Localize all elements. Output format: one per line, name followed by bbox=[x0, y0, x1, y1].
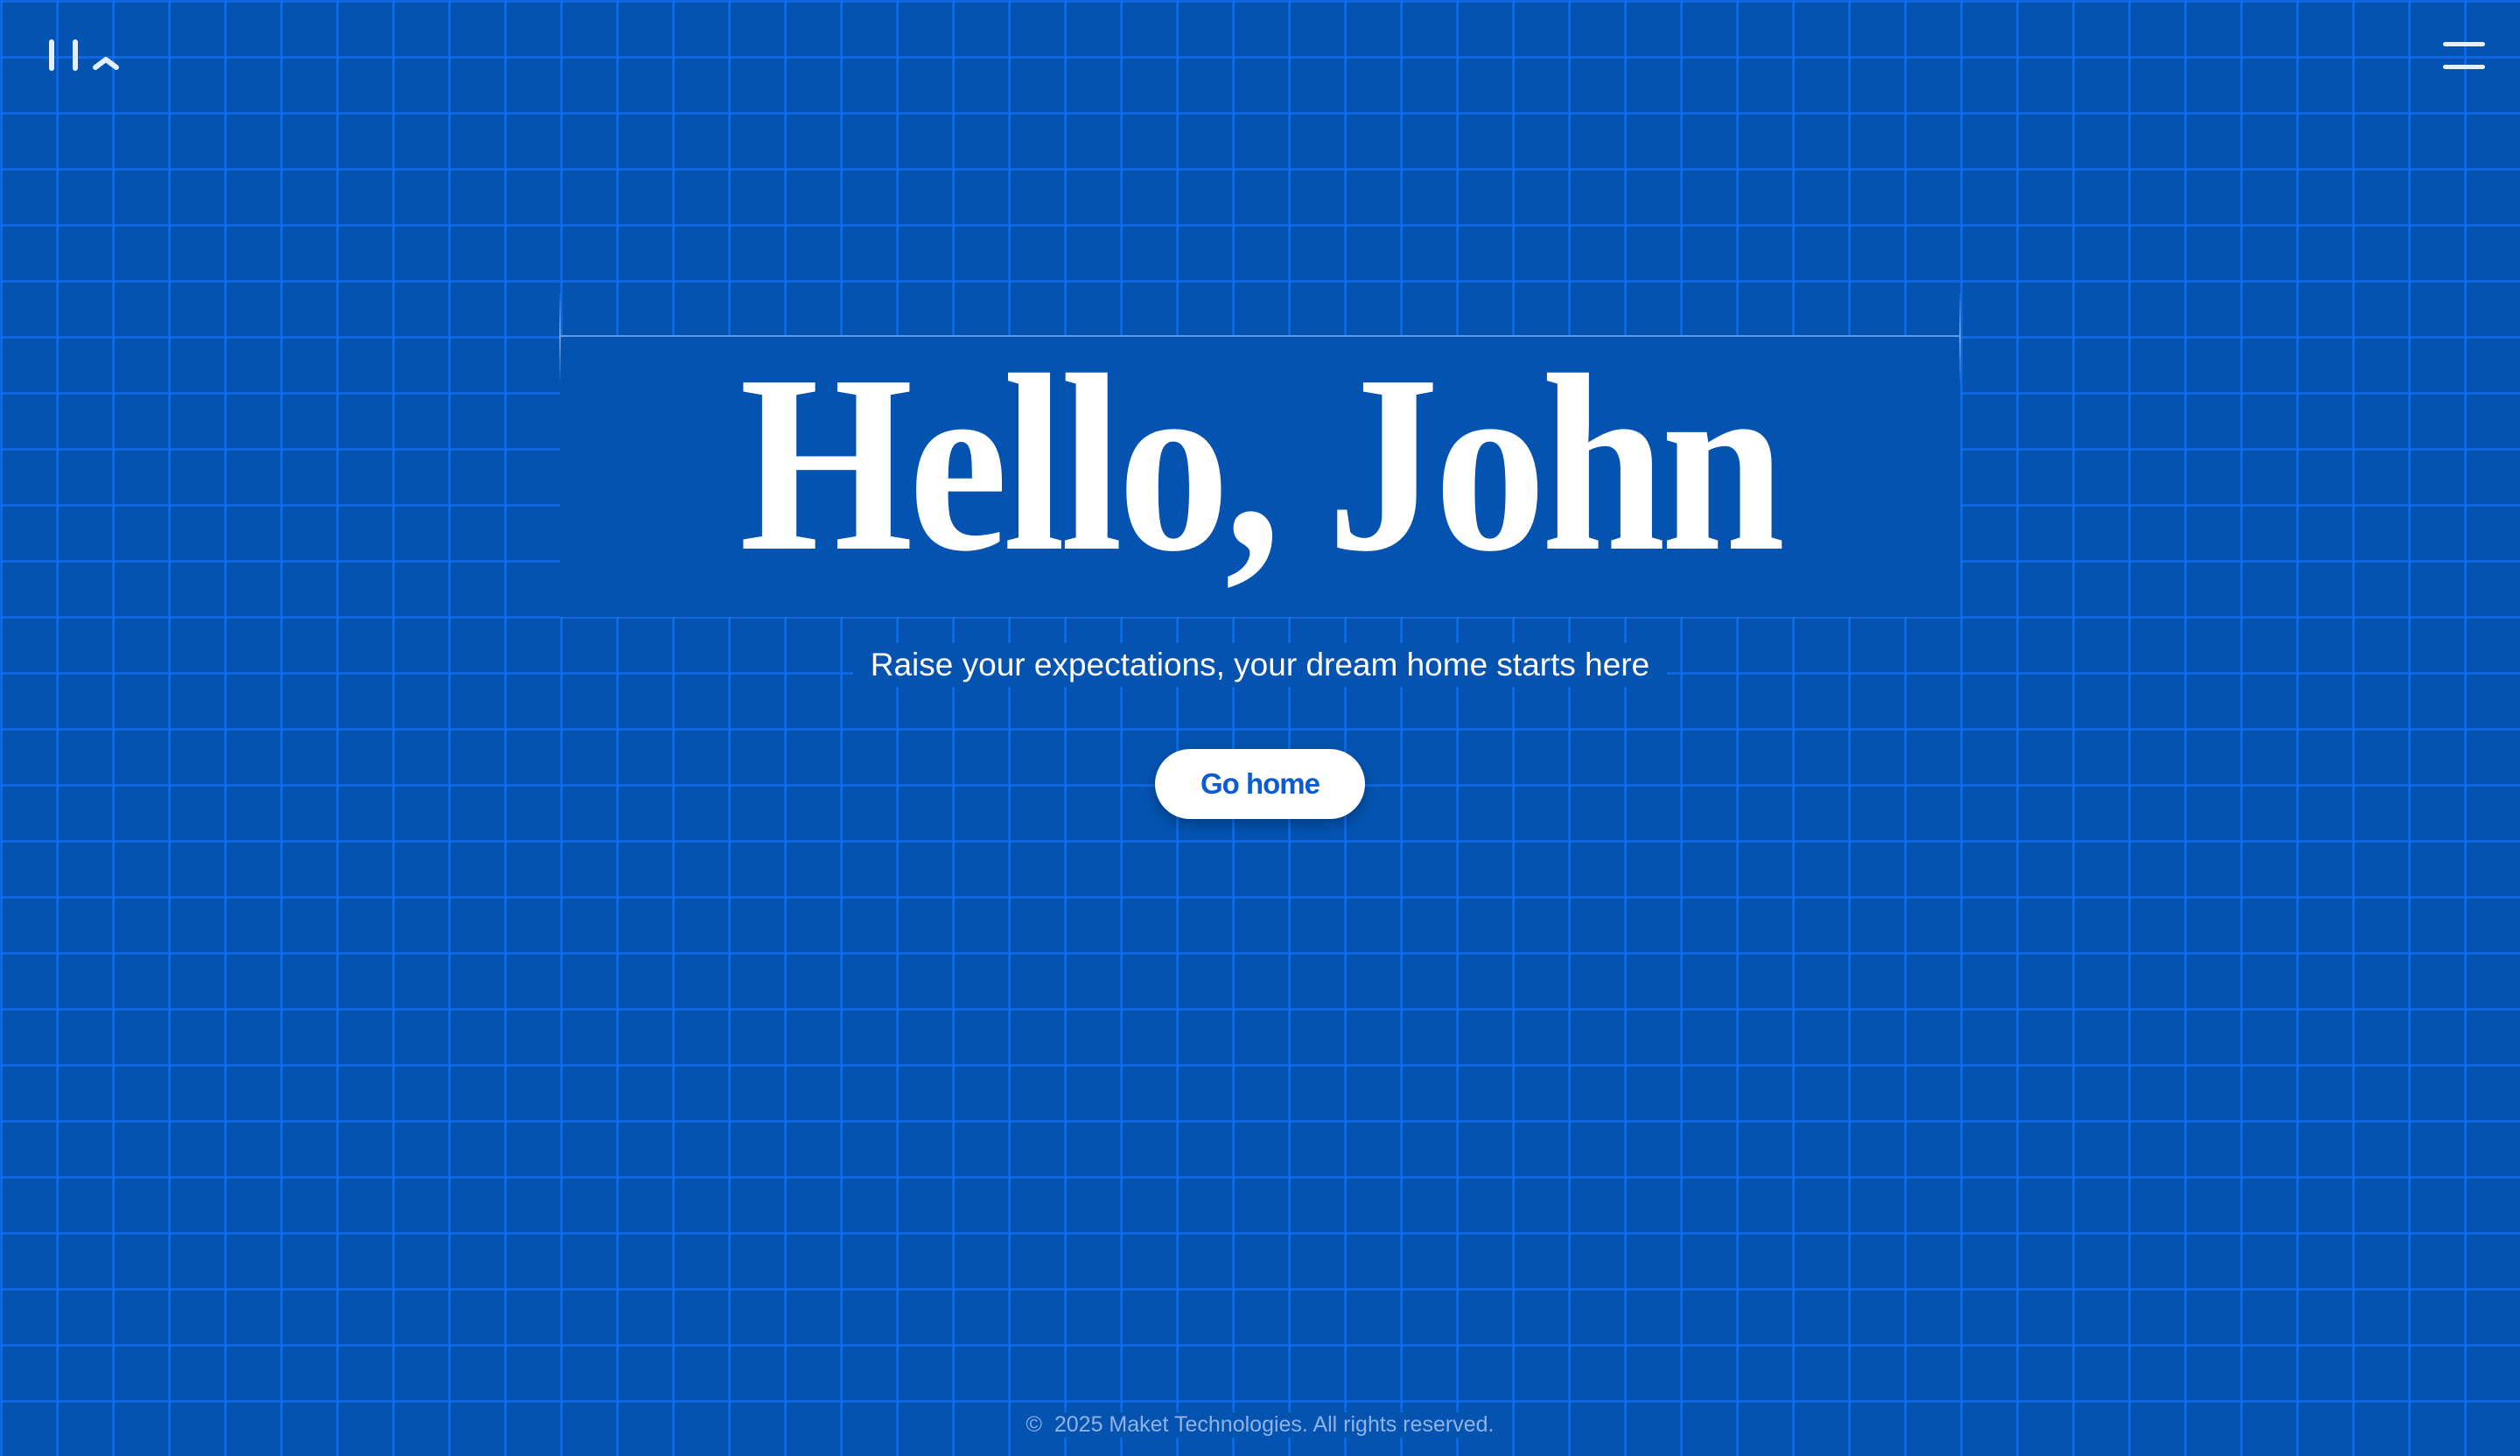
copyright-text: 2025 Maket Technologies. All rights rese… bbox=[1054, 1412, 1494, 1437]
subtitle: Raise your expectations, your dream home… bbox=[852, 643, 1668, 687]
page-title: Hello, John bbox=[739, 323, 1785, 604]
logo-icon[interactable] bbox=[47, 38, 121, 74]
menu-bar bbox=[2443, 65, 2485, 69]
menu-bar bbox=[2443, 42, 2485, 46]
go-home-button[interactable]: Go home bbox=[1155, 749, 1365, 819]
copyright-icon: © bbox=[1026, 1412, 1042, 1437]
footer: © 2025 Maket Technologies. All rights re… bbox=[0, 1412, 2520, 1438]
hamburger-menu-icon[interactable] bbox=[2443, 38, 2487, 74]
